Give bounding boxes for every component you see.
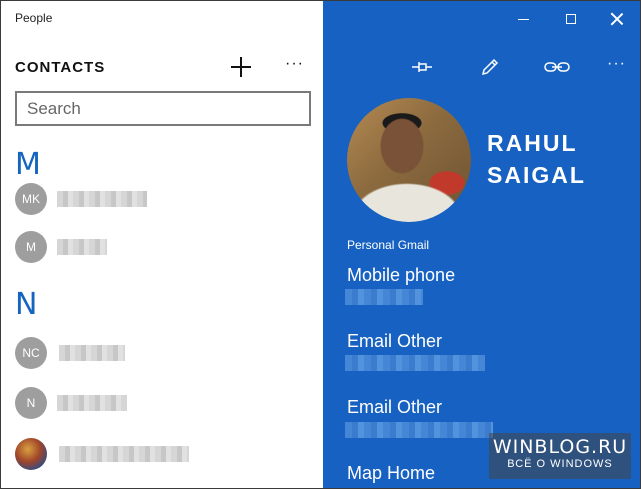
- more-options-button[interactable]: ···: [607, 55, 626, 73]
- more-options-button[interactable]: ···: [285, 55, 304, 73]
- avatar: [15, 438, 47, 470]
- contact-first-name: RAHUL: [487, 130, 578, 156]
- contact-name: RAHUL SAIGAL: [487, 127, 586, 191]
- pin-to-start-button[interactable]: [407, 53, 437, 81]
- pin-icon: [412, 62, 432, 72]
- app-title: People: [15, 11, 53, 25]
- avatar: NC: [15, 337, 47, 369]
- account-label: Personal Gmail: [347, 238, 430, 252]
- contact-item[interactable]: MK: [15, 183, 305, 217]
- contact-name-redacted: [59, 446, 189, 462]
- avatar: MK: [15, 183, 47, 215]
- profile-photo: [347, 98, 471, 222]
- field-label-map-home: Map Home: [347, 463, 436, 483]
- group-letter-m[interactable]: M: [15, 147, 41, 182]
- minimize-button[interactable]: [503, 7, 543, 31]
- minimize-icon: [517, 18, 529, 20]
- avatar: M: [15, 231, 47, 263]
- contacts-heading: CONTACTS: [15, 59, 106, 76]
- email-value[interactable]: [345, 355, 485, 371]
- mobile-phone-value[interactable]: [345, 289, 423, 305]
- maximize-button[interactable]: [551, 7, 591, 31]
- maximize-icon: [566, 14, 576, 24]
- edit-button[interactable]: [475, 53, 505, 81]
- watermark: WINBLOG.RU ВСЁ О WINDOWS: [489, 433, 631, 479]
- contact-name-redacted: [59, 345, 125, 361]
- contacts-pane: People CONTACTS ··· M MK M N NC N: [1, 1, 323, 488]
- contact-name-redacted: [57, 395, 127, 411]
- link-icon: [544, 62, 570, 72]
- contact-item[interactable]: N: [15, 387, 305, 421]
- close-icon: [611, 13, 623, 25]
- search-box[interactable]: [15, 91, 311, 126]
- contact-item[interactable]: M: [15, 231, 305, 265]
- email-value[interactable]: [345, 422, 493, 438]
- link-contact-button[interactable]: [542, 53, 572, 81]
- group-letter-n[interactable]: N: [15, 287, 37, 322]
- watermark-subtitle: ВСЁ О WINDOWS: [507, 458, 613, 470]
- watermark-title: WINBLOG.RU: [492, 436, 628, 458]
- search-input[interactable]: [17, 93, 309, 124]
- field-label-email: Email Other: [347, 397, 443, 417]
- avatar: N: [15, 387, 47, 419]
- pencil-icon: [481, 58, 499, 76]
- contact-item[interactable]: NC: [15, 337, 305, 371]
- field-label-mobile-phone: Mobile phone: [347, 265, 456, 285]
- contact-name-redacted: [57, 191, 147, 207]
- contact-name-redacted: [57, 239, 107, 255]
- contact-item[interactable]: [15, 438, 305, 472]
- people-window: People CONTACTS ··· M MK M N NC N: [0, 0, 641, 489]
- contact-detail-pane: ··· RAHUL SAIGAL Personal Gmail Mobile p…: [323, 1, 640, 488]
- close-button[interactable]: [597, 7, 637, 31]
- contact-last-name: SAIGAL: [487, 162, 586, 188]
- add-contact-button[interactable]: [227, 53, 255, 81]
- field-label-email: Email Other: [347, 331, 443, 351]
